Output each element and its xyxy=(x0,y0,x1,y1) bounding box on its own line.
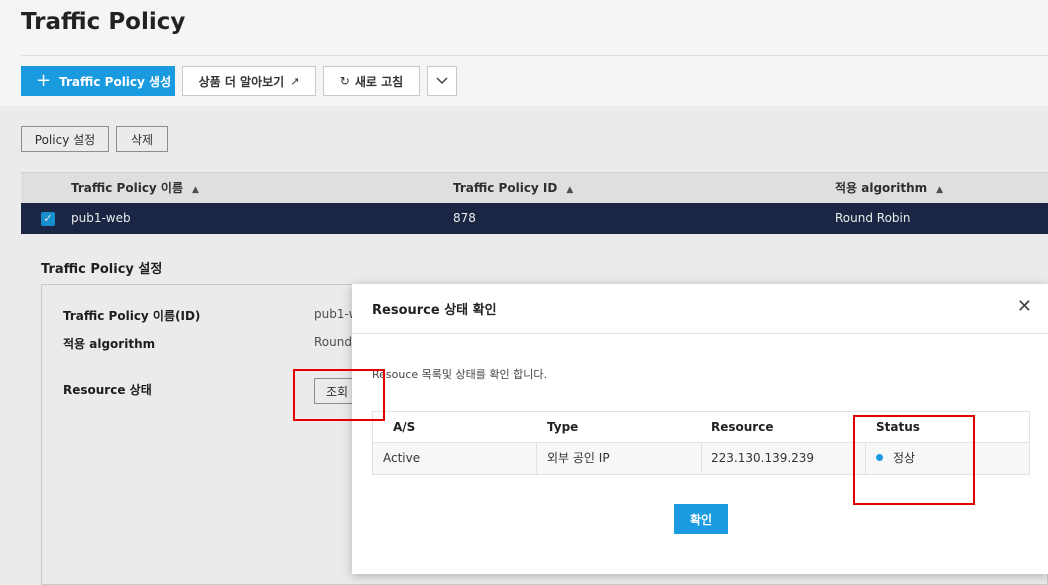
column-divider xyxy=(536,443,537,474)
more-dropdown-button[interactable] xyxy=(427,66,457,96)
header-divider xyxy=(21,55,1048,56)
modal-title: Resource 상태 확인 xyxy=(372,303,497,318)
refresh-icon: ↻ xyxy=(339,74,350,88)
learn-more-button[interactable]: 상품 더 알아보기 ↗ xyxy=(182,66,316,96)
create-traffic-policy-button[interactable]: + Traffic Policy 생성 xyxy=(21,66,175,96)
external-link-icon: ↗ xyxy=(290,74,300,88)
learn-more-label: 상품 더 알아보기 xyxy=(198,74,285,89)
annotation-box-query xyxy=(293,369,385,421)
modal-description: Resouce 목록및 상태를 확인 합니다. xyxy=(372,368,547,381)
col-header-resource: Resource xyxy=(711,420,774,434)
row-type: 외부 공인 IP xyxy=(547,451,610,465)
refresh-button[interactable]: ↻ 새로 고침 xyxy=(323,66,420,96)
col-header-type: Type xyxy=(547,420,579,434)
refresh-label: 새로 고침 xyxy=(354,74,404,89)
confirm-button[interactable]: 확인 xyxy=(674,504,728,534)
close-icon[interactable]: ✕ xyxy=(1017,298,1032,316)
chevron-down-icon xyxy=(436,77,448,85)
column-divider xyxy=(701,443,702,474)
main-toolbar: + Traffic Policy 생성 상품 더 알아보기 ↗ ↻ 새로 고침 xyxy=(21,66,457,96)
modal-header: Resource 상태 확인 ✕ xyxy=(352,284,1048,334)
col-header-as: A/S xyxy=(393,420,416,434)
plus-icon: + xyxy=(36,70,52,91)
row-resource: 223.130.139.239 xyxy=(711,451,815,465)
row-as: Active xyxy=(383,451,421,465)
annotation-box-status xyxy=(853,415,975,505)
page-title: Traffic Policy xyxy=(21,9,186,35)
create-label: Traffic Policy 생성 xyxy=(59,74,172,89)
page-header: Traffic Policy + Traffic Policy 생성 상품 더 … xyxy=(0,0,1048,106)
